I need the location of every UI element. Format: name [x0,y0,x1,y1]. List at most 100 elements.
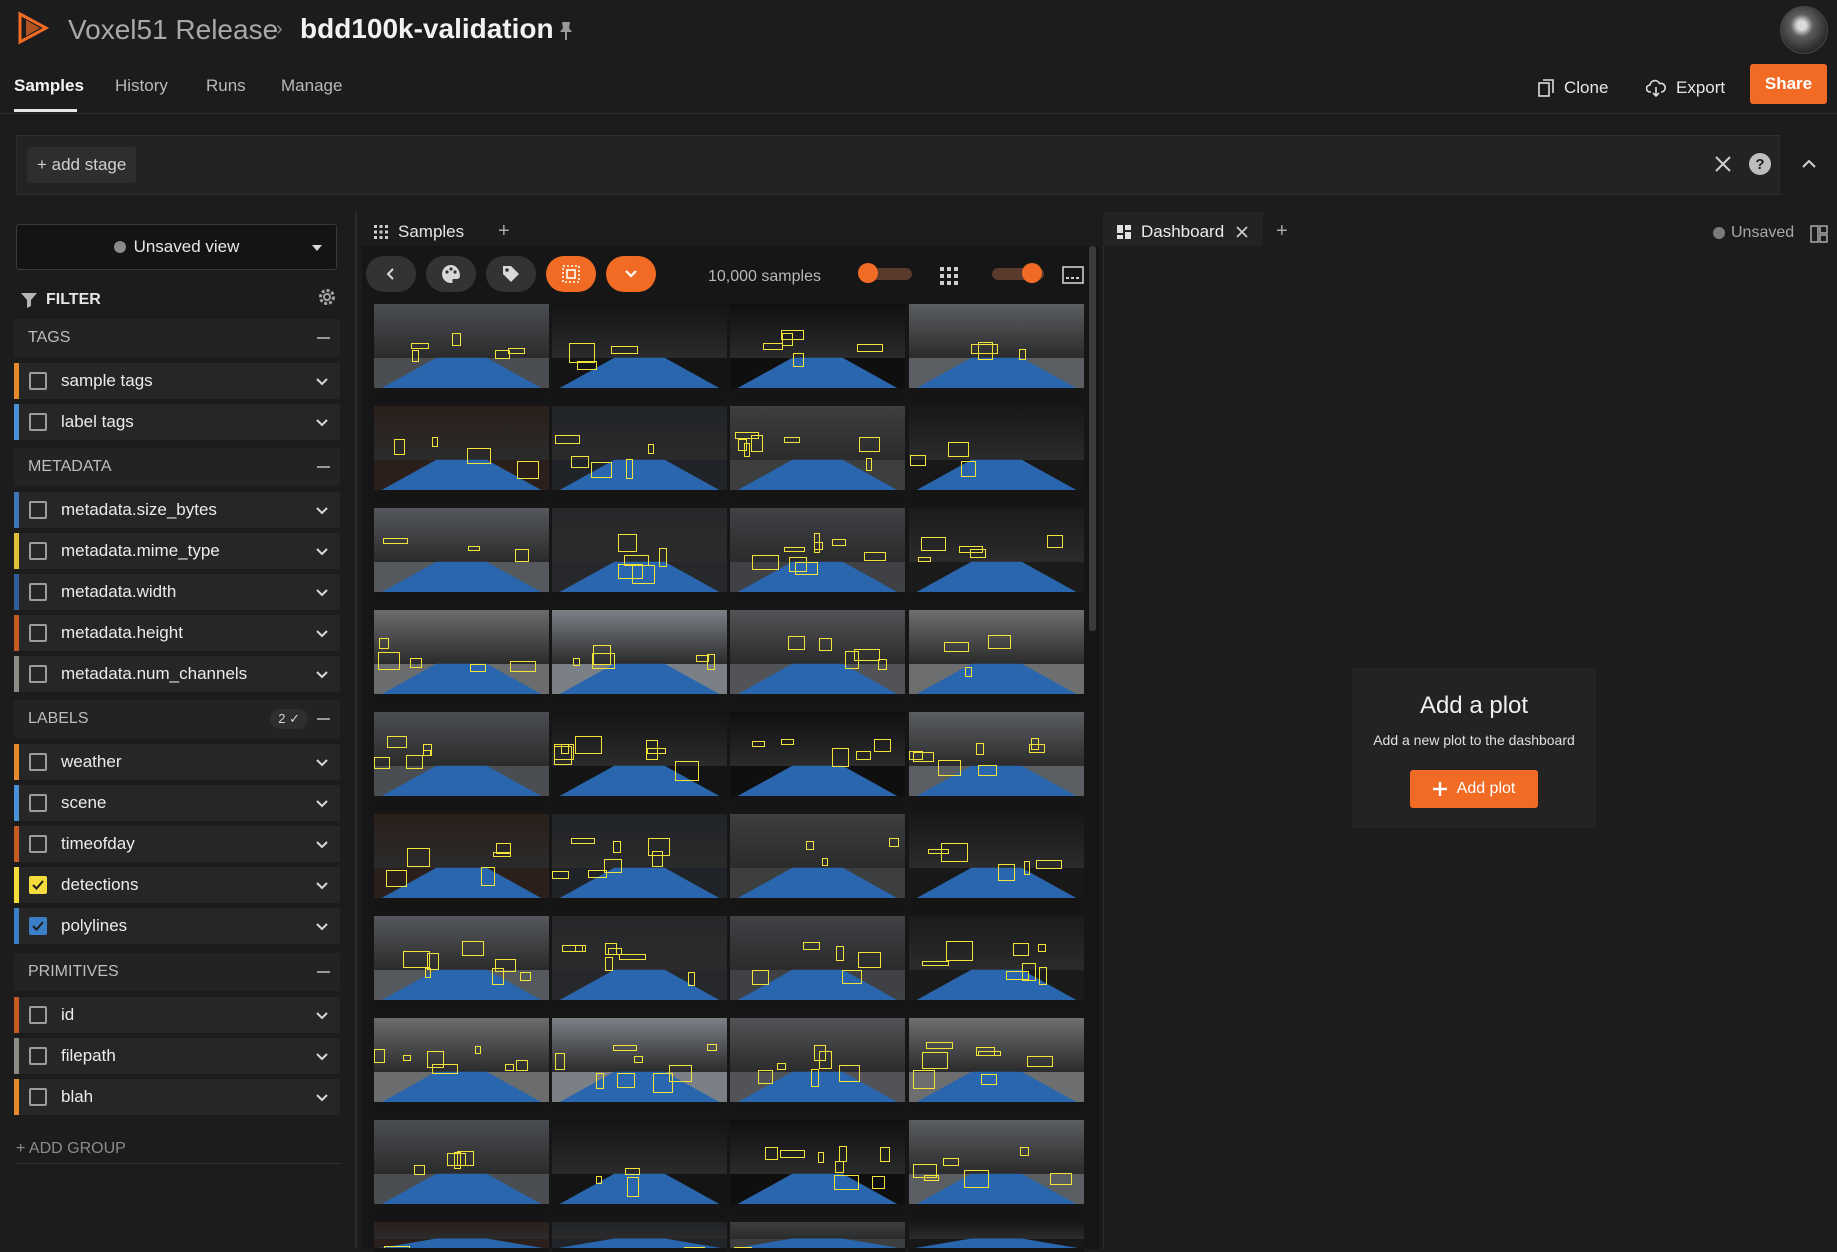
patches-button[interactable] [546,256,596,292]
field-metadata-width[interactable]: metadata.width [14,574,340,610]
sample-thumbnail[interactable] [552,916,727,1014]
sample-thumbnail[interactable] [552,508,727,606]
sample-thumbnail[interactable] [374,304,549,402]
sample-thumbnail[interactable] [909,1222,1084,1252]
saved-view-select[interactable]: Unsaved view [16,224,337,270]
zoom-toggle[interactable] [860,268,912,280]
sample-thumbnail[interactable] [730,712,905,810]
add-panel-button[interactable]: + [498,220,510,243]
field-checkbox[interactable] [29,413,47,431]
field-checkbox[interactable] [29,624,47,642]
tab-history[interactable]: History [115,76,168,96]
field-checkbox[interactable] [29,835,47,853]
sample-thumbnail[interactable] [374,508,549,606]
sample-thumbnail[interactable] [374,1120,549,1218]
collapse-icon[interactable] [317,466,330,468]
field-metadata-num-channels[interactable]: metadata.num_channels [14,656,340,692]
sample-thumbnail[interactable] [552,1222,727,1252]
chevron-down-icon[interactable] [316,1010,328,1022]
dataset-name[interactable]: bdd100k-validation [300,13,554,45]
gear-icon[interactable] [316,286,338,308]
sample-thumbnail[interactable] [909,1120,1084,1218]
sample-thumbnail[interactable] [909,814,1084,912]
back-button[interactable] [366,256,416,292]
field-checkbox[interactable] [29,542,47,560]
chevron-down-icon[interactable] [316,1092,328,1104]
sample-thumbnail[interactable] [730,304,905,402]
color-scheme-button[interactable] [426,256,476,292]
sample-thumbnail[interactable] [552,1018,727,1116]
sample-thumbnail[interactable] [374,814,549,912]
labels-active-badge[interactable]: 2 ✓ [270,709,308,729]
field-id[interactable]: id [14,997,340,1033]
add-group-button[interactable]: + ADD GROUP [16,1140,126,1158]
tab-runs[interactable]: Runs [206,76,246,96]
sample-thumbnail[interactable] [552,1120,727,1218]
grid-size-icon[interactable] [940,267,958,285]
grid-zoom-slider[interactable] [992,268,1044,280]
field-detections[interactable]: detections [14,867,340,903]
group-primitives[interactable]: PRIMITIVES [14,953,340,991]
sample-thumbnail[interactable] [909,508,1084,606]
sample-thumbnail[interactable] [909,712,1084,810]
sample-thumbnail[interactable] [909,916,1084,1014]
field-checkbox[interactable] [29,1047,47,1065]
user-avatar[interactable] [1780,6,1828,54]
group-tags[interactable]: TAGS [14,319,340,357]
field-polylines[interactable]: polylines [14,908,340,944]
field-metadata-height[interactable]: metadata.height [14,615,340,651]
org-name[interactable]: Voxel51 Release [68,14,278,46]
grid-scrollbar[interactable] [1089,246,1096,631]
field-weather[interactable]: weather [14,744,340,780]
chevron-down-icon[interactable] [316,587,328,599]
chevron-down-icon[interactable] [316,546,328,558]
sample-thumbnail[interactable] [730,1222,905,1252]
tab-manage[interactable]: Manage [281,76,342,96]
collapse-icon[interactable] [317,971,330,973]
sample-thumbnail[interactable] [730,814,905,912]
field-checkbox[interactable] [29,753,47,771]
chevron-down-icon[interactable] [316,1051,328,1063]
sample-thumbnail[interactable] [374,610,549,708]
sample-thumbnail[interactable] [552,406,727,504]
add-plot-button[interactable]: Add plot [1410,770,1538,808]
sample-thumbnail[interactable] [552,814,727,912]
chevron-down-icon[interactable] [316,798,328,810]
sample-thumbnail[interactable] [552,712,727,810]
close-icon[interactable] [1236,226,1248,238]
add-stage-button[interactable]: + add stage [27,147,136,183]
field-checkbox[interactable] [29,1006,47,1024]
sample-thumbnail[interactable] [730,1120,905,1218]
field-checkbox[interactable] [29,1088,47,1106]
export-button[interactable]: Export [1646,74,1725,102]
add-panel-button[interactable]: + [1276,220,1288,243]
layout-icon[interactable] [1810,225,1828,243]
chevron-down-icon[interactable] [316,921,328,933]
chevron-down-icon[interactable] [316,757,328,769]
sample-thumbnail[interactable] [730,508,905,606]
sample-thumbnail[interactable] [374,1222,549,1252]
chevron-down-icon[interactable] [316,880,328,892]
chevron-down-icon[interactable] [316,839,328,851]
chevron-down-icon[interactable] [316,505,328,517]
sample-thumbnail[interactable] [909,304,1084,402]
sample-thumbnail[interactable] [909,1018,1084,1116]
field-metadata-size-bytes[interactable]: metadata.size_bytes [14,492,340,528]
sample-thumbnail[interactable] [552,610,727,708]
field-checkbox[interactable] [29,501,47,519]
field-filepath[interactable]: filepath [14,1038,340,1074]
field-scene[interactable]: scene [14,785,340,821]
sample-thumbnail[interactable] [909,610,1084,708]
chevron-down-icon[interactable] [316,376,328,388]
field-checkbox-checked[interactable] [29,876,47,894]
sample-thumbnail[interactable] [374,916,549,1014]
field-label-tags[interactable]: label tags [14,404,340,440]
voxel51-logo-icon[interactable] [14,10,50,46]
group-labels[interactable]: LABELS 2 ✓ [14,700,340,738]
chevron-down-icon[interactable] [316,628,328,640]
collapse-icon[interactable] [317,718,330,720]
tag-button[interactable] [486,256,536,292]
sample-thumbnail[interactable] [730,916,905,1014]
group-metadata[interactable]: METADATA [14,448,340,486]
field-checkbox[interactable] [29,794,47,812]
